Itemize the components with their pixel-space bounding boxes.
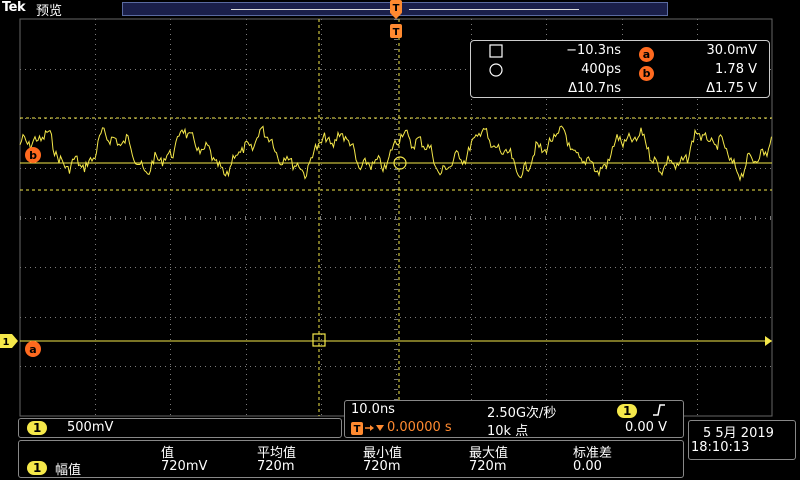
meas-value: 720mV — [161, 459, 208, 474]
trigger-level: 0.00 V — [625, 420, 667, 435]
trigger-marker-icon: T — [390, 24, 402, 38]
delta-time: Δ10.7ns — [568, 81, 621, 96]
date: 5 5月 2019 — [703, 426, 774, 441]
measurement-panel[interactable]: 值 平均值 最小值 最大值 标准差 1 幅值 720mV 720m 720m 7… — [18, 440, 684, 478]
trigger-position: 0.00000 s — [387, 420, 452, 435]
meas-mean: 720m — [257, 459, 295, 474]
trigger-channel-badge: 1 — [617, 404, 638, 418]
trigger-position-arrow-icon: T — [351, 422, 384, 435]
horizontal-scale: 10.0ns — [351, 402, 395, 417]
sample-rate: 2.50G次/秒 — [487, 406, 557, 421]
cursor-a-voltage: 30.0mV — [706, 43, 757, 58]
meas-channel-badge: 1 — [27, 461, 48, 475]
cursor-a-icon: a — [25, 341, 41, 357]
time: 18:10:13 — [691, 440, 750, 455]
delta-voltage: Δ1.75 V — [706, 81, 757, 96]
meas-max: 720m — [469, 459, 507, 474]
meas-min: 720m — [363, 459, 401, 474]
channel-1-trace — [19, 125, 772, 182]
svg-text:T: T — [393, 3, 400, 14]
svg-text:b: b — [29, 149, 37, 162]
meas-stddev: 0.00 — [573, 459, 602, 474]
vertical-scale: 500mV — [67, 420, 114, 435]
rising-edge-icon — [653, 404, 665, 416]
cursor-a-badge: a — [639, 47, 654, 62]
circle-cursor-icon — [489, 63, 503, 77]
cursor-b-badge: b — [639, 66, 654, 81]
cursor-1-time: −10.3ns — [566, 43, 621, 58]
record-length: 10k 点 — [487, 424, 529, 439]
waveform — [19, 125, 772, 182]
cursor-b-voltage: 1.78 V — [715, 62, 757, 77]
channel-1-ground-icon: 1 — [0, 334, 18, 348]
channel-1-badge: 1 — [27, 421, 48, 435]
date-time-readout: 5 5月 2019 18:10:13 — [688, 420, 796, 460]
cursor-b-icon: b — [25, 147, 41, 163]
square-cursor-icon — [489, 44, 503, 58]
svg-text:T: T — [393, 27, 400, 38]
trigger-position-icon: T — [390, 0, 402, 19]
svg-text:T: T — [354, 424, 361, 435]
meas-name: 幅值 — [55, 463, 82, 478]
svg-text:a: a — [29, 343, 36, 356]
vertical-scale-readout[interactable]: 1 500mV — [18, 418, 342, 438]
svg-text:1: 1 — [3, 337, 10, 348]
cursor-2-time: 400ps — [581, 62, 621, 77]
cursor-readout: −10.3ns a 30.0mV 400ps b 1.78 V Δ10.7ns … — [470, 40, 770, 98]
trigger-level-icon — [765, 336, 772, 346]
horizontal-readout[interactable]: 10.0ns 2.50G次/秒 1 T 0.00000 s 10k 点 0.00… — [344, 400, 684, 439]
